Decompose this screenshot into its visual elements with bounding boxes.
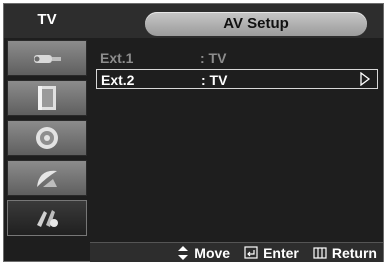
settings-panel: Ext.1 : TV Ext.2 : TV	[90, 38, 383, 242]
sidebar-item-channel[interactable]	[7, 160, 87, 196]
enter-label: Enter	[263, 244, 299, 261]
av-setup-osd: TV AV Setup Ext.1: TV Ext.2: TV Move E…	[3, 3, 384, 262]
move-hint: Move	[177, 245, 230, 261]
ext1-label: Ext.1	[100, 50, 134, 66]
enter-hint: Enter	[244, 245, 299, 261]
antenna-input-icon	[34, 55, 61, 63]
speaker-sound-icon	[36, 127, 58, 149]
sidebar-item-setup[interactable]	[7, 200, 87, 236]
ext1-value: : TV	[200, 50, 227, 66]
control-hints-bar: Move Enter Return	[90, 242, 383, 262]
title-bar: TV AV Setup	[4, 4, 383, 38]
return-menu-icon	[313, 246, 327, 259]
page-title: AV Setup	[145, 12, 367, 36]
sidebar-menu	[7, 38, 87, 242]
tv-label: TV	[37, 11, 57, 28]
setup-tools-icon	[37, 210, 58, 227]
return-label: Return	[331, 244, 377, 261]
ext1-row: Ext.1 : TV	[96, 48, 378, 68]
sidebar-item-sound[interactable]	[7, 120, 87, 156]
enter-key-icon	[244, 246, 258, 259]
ext2-label: Ext.2	[101, 72, 135, 88]
ext2-row[interactable]: Ext.2 : TV	[96, 69, 378, 89]
channel-dish-icon	[37, 170, 57, 187]
sidebar-item-input[interactable]	[7, 40, 87, 76]
return-hint: Return	[313, 245, 377, 261]
picture-icon	[38, 86, 56, 110]
sidebar-item-picture[interactable]	[7, 80, 87, 116]
ext2-value: : TV	[201, 72, 228, 88]
up-down-arrows-icon	[178, 245, 189, 260]
submenu-arrow-icon[interactable]	[359, 72, 371, 86]
move-label: Move	[194, 244, 231, 261]
